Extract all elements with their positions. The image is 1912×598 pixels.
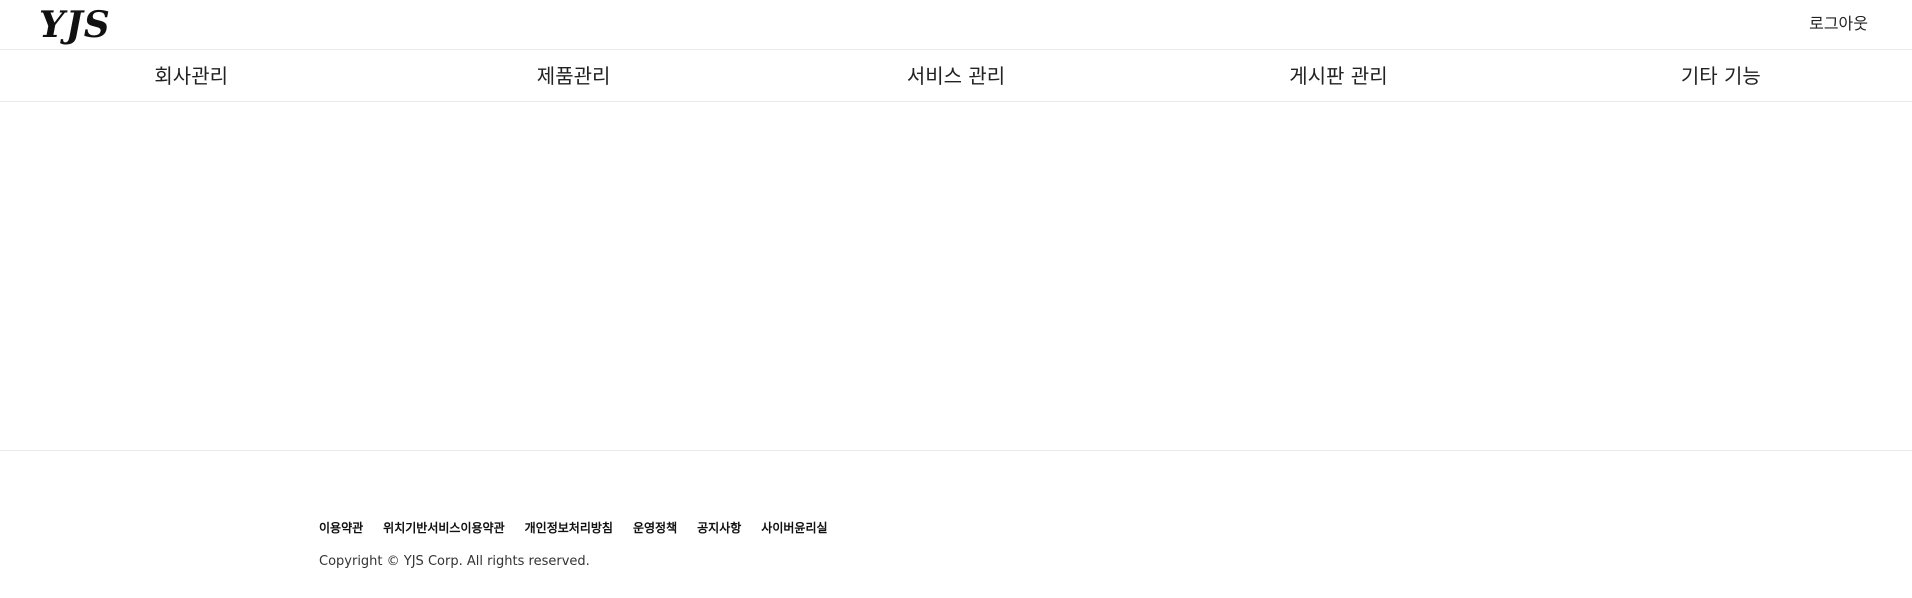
footer-link-privacy[interactable]: 개인정보처리방침 bbox=[525, 519, 613, 536]
footer-link-policy[interactable]: 운영정책 bbox=[633, 519, 677, 536]
top-header: YJS 로그아웃 bbox=[0, 0, 1912, 50]
footer-link-terms[interactable]: 이용약관 bbox=[319, 519, 363, 536]
copyright-text: Copyright © YJS Corp. All rights reserve… bbox=[319, 554, 590, 569]
logout-link[interactable]: 로그아웃 bbox=[1809, 13, 1868, 35]
logo[interactable]: YJS bbox=[39, 3, 111, 47]
footer: 이용약관 위치기반서비스이용약관 개인정보처리방침 운영정책 공지사항 사이버윤… bbox=[0, 450, 1912, 598]
nav-item-etc[interactable]: 기타 기능 bbox=[1530, 51, 1912, 101]
main-content bbox=[0, 102, 1912, 450]
nav-item-board[interactable]: 게시판 관리 bbox=[1147, 51, 1529, 101]
footer-links: 이용약관 위치기반서비스이용약관 개인정보처리방침 운영정책 공지사항 사이버윤… bbox=[319, 519, 828, 536]
nav-item-service[interactable]: 서비스 관리 bbox=[765, 51, 1147, 101]
main-navigation: 회사관리 제품관리 서비스 관리 게시판 관리 기타 기능 bbox=[0, 51, 1912, 102]
footer-link-notice[interactable]: 공지사항 bbox=[697, 519, 741, 536]
footer-link-cyber-ethics[interactable]: 사이버윤리실 bbox=[761, 519, 827, 536]
nav-item-company[interactable]: 회사관리 bbox=[0, 51, 382, 101]
footer-link-location-terms[interactable]: 위치기반서비스이용약관 bbox=[383, 519, 504, 536]
nav-item-product[interactable]: 제품관리 bbox=[382, 51, 764, 101]
